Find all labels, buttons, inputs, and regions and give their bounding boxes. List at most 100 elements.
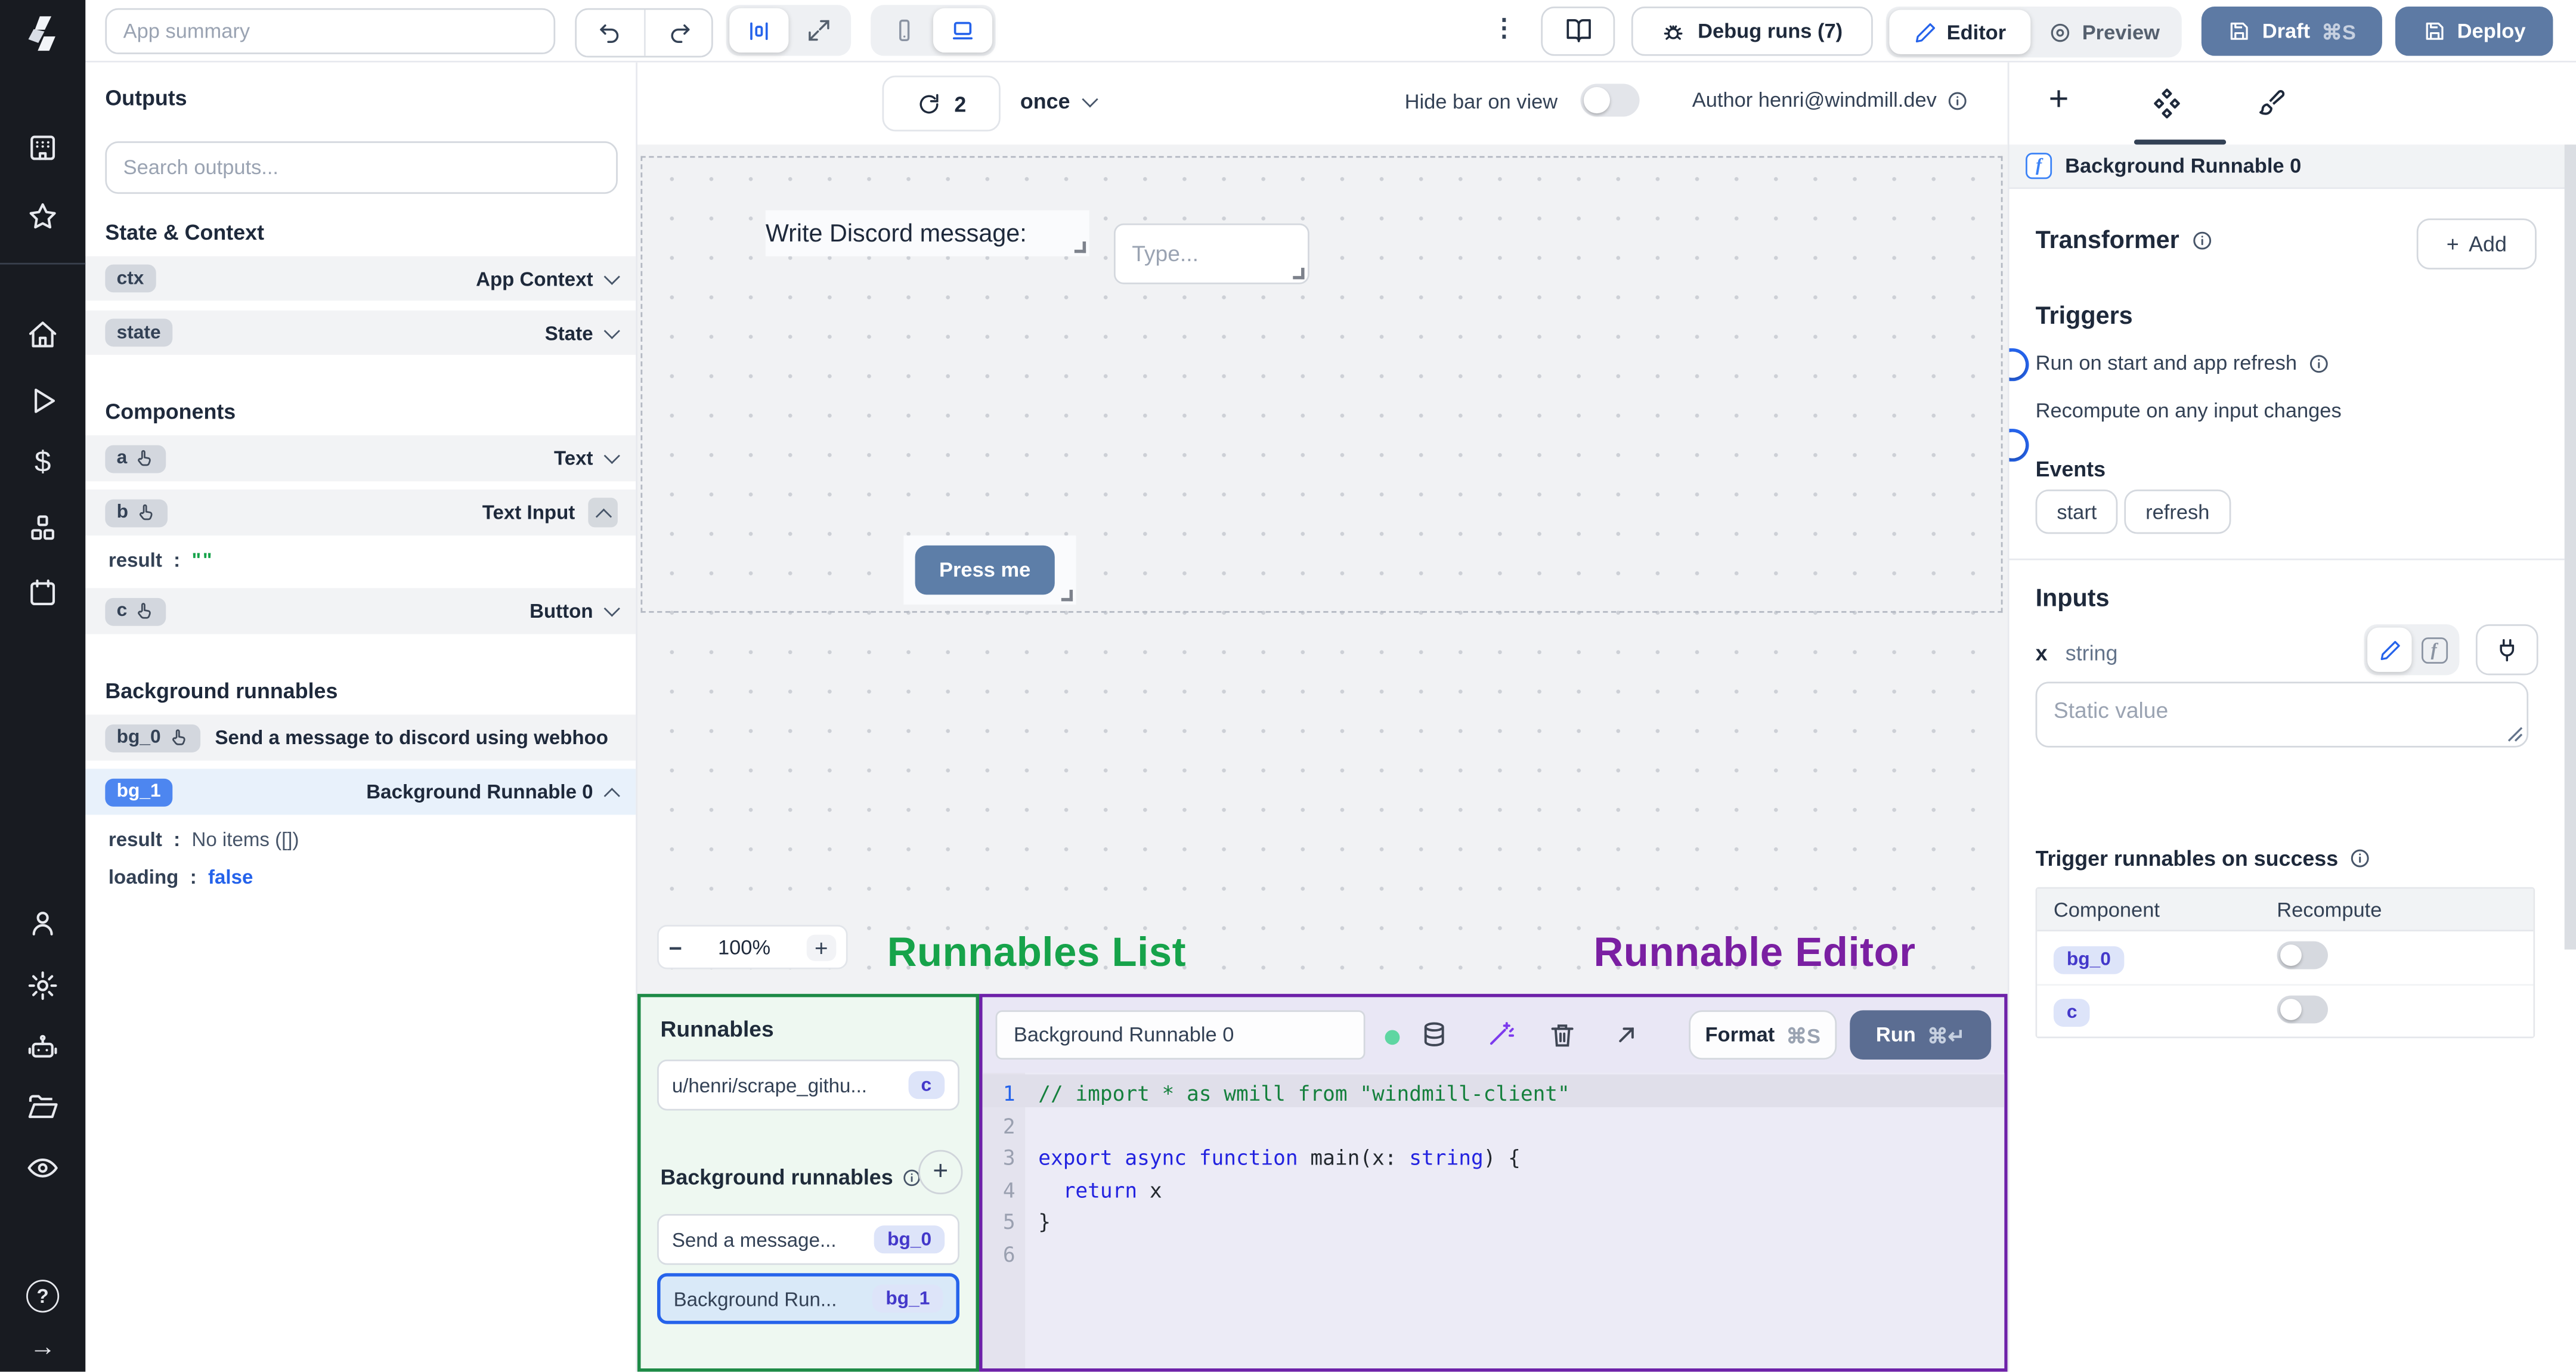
format-button[interactable]: Format ⌘S xyxy=(1689,1010,1837,1060)
runnable-item-bg1-selected[interactable]: Background Run... bg_1 xyxy=(657,1273,959,1324)
info-icon[interactable] xyxy=(1946,89,1968,111)
debug-runs-button[interactable]: Debug runs (7) xyxy=(1631,7,1873,56)
c-badge[interactable]: c xyxy=(2053,999,2091,1027)
panel-scrollbar[interactable] xyxy=(2564,144,2576,950)
zoom-out-button[interactable]: − xyxy=(668,934,682,960)
tab-editor[interactable]: Editor xyxy=(1889,10,2031,54)
static-mode-tab[interactable] xyxy=(2367,627,2412,672)
event-refresh-pill[interactable]: refresh xyxy=(2124,490,2231,534)
hide-bar-toggle[interactable] xyxy=(1580,83,1640,117)
static-value-textarea[interactable] xyxy=(2035,682,2529,748)
info-icon[interactable] xyxy=(2191,230,2212,252)
audit-eye-icon[interactable] xyxy=(26,1151,59,1184)
zoom-in-button[interactable]: + xyxy=(806,934,837,961)
output-row-bg0[interactable]: bg_0 Send a message to discord using web… xyxy=(85,714,636,761)
output-row-state[interactable]: state State xyxy=(85,310,636,355)
textarea-resize-icon[interactable] xyxy=(2507,726,2524,743)
bg0-badge[interactable]: bg_0 xyxy=(2053,945,2124,974)
deploy-button[interactable]: Deploy xyxy=(2395,7,2553,56)
home-icon[interactable] xyxy=(26,318,59,351)
insert-component-tab[interactable]: + xyxy=(2049,80,2069,120)
chevron-down-icon[interactable] xyxy=(603,322,620,339)
collapse-arrow-icon[interactable]: → xyxy=(0,1334,85,1364)
docs-button[interactable] xyxy=(1541,7,1615,56)
b-badge[interactable]: b xyxy=(105,498,168,527)
bg1-badge[interactable]: bg_1 xyxy=(105,778,172,806)
runnable-item-c[interactable]: u/henri/scrape_githu... c xyxy=(657,1060,959,1111)
event-start-pill[interactable]: start xyxy=(2035,490,2119,534)
user-icon[interactable] xyxy=(26,907,59,940)
canvas-grid[interactable]: Write Discord message: Press me − 100% +… xyxy=(637,144,2008,994)
runnable-item-bg0[interactable]: Send a message... bg_0 xyxy=(657,1214,959,1265)
c-badge[interactable]: c xyxy=(105,597,167,625)
bg0-badge[interactable]: bg_0 xyxy=(105,723,200,752)
undo-button[interactable] xyxy=(577,10,644,56)
state-badge[interactable]: state xyxy=(105,318,172,347)
resize-handle[interactable] xyxy=(1293,268,1305,280)
output-row-a[interactable]: a Text xyxy=(85,435,636,482)
frequency-dropdown[interactable]: once xyxy=(1020,89,1099,113)
fullwidth-tab[interactable] xyxy=(788,8,847,52)
run-on-start-toggle[interactable] xyxy=(2009,348,2029,382)
runs-play-icon[interactable] xyxy=(26,385,59,417)
kebab-menu-icon[interactable]: ⋮ xyxy=(1492,13,1516,43)
runnable-name-input[interactable] xyxy=(995,1010,1366,1060)
delete-trash-icon[interactable] xyxy=(1547,1020,1577,1050)
windmill-logo[interactable] xyxy=(20,11,66,57)
output-row-b[interactable]: b Text Input xyxy=(85,490,636,536)
text-component[interactable]: Write Discord message: xyxy=(765,210,1089,256)
toggle-knob xyxy=(1583,87,1610,114)
expand-editor-icon[interactable] xyxy=(1612,1020,1642,1050)
recompute-toggle[interactable] xyxy=(2009,429,2029,462)
variables-dollar-icon[interactable]: $ xyxy=(0,445,85,480)
resources-cubes-icon[interactable] xyxy=(26,513,59,546)
component-settings-tab[interactable] xyxy=(2150,87,2183,120)
add-background-runnable-button[interactable]: + xyxy=(918,1150,963,1194)
info-icon[interactable] xyxy=(2349,848,2371,869)
draft-button[interactable]: Draft ⌘S xyxy=(2201,7,2382,56)
search-outputs-input[interactable] xyxy=(105,141,618,194)
a-badge[interactable]: a xyxy=(105,444,167,473)
center-align-tab[interactable] xyxy=(729,8,789,53)
chevron-down-icon[interactable] xyxy=(603,447,620,464)
run-shortcut: ⌘↵ xyxy=(1927,1024,1965,1048)
textinput-component[interactable] xyxy=(1113,223,1309,284)
resize-handle[interactable] xyxy=(1074,241,1086,253)
settings-gear-icon[interactable] xyxy=(26,970,59,1002)
styling-tab[interactable] xyxy=(2256,87,2287,118)
workspace-icon[interactable] xyxy=(26,131,59,164)
button-component[interactable]: Press me xyxy=(915,545,1055,595)
connect-plug-button[interactable] xyxy=(2475,624,2538,676)
add-transformer-button[interactable]: + Add xyxy=(2416,218,2537,270)
resize-handle[interactable] xyxy=(1061,590,1073,602)
favorites-star-icon[interactable] xyxy=(26,200,59,233)
app-summary-input[interactable] xyxy=(105,8,556,54)
mobile-view-tab[interactable] xyxy=(874,8,933,52)
workers-robot-icon[interactable] xyxy=(26,1032,59,1064)
runnable-editor-annotation: Runnable Editor xyxy=(1593,930,1916,976)
code-editor[interactable]: 1 2 3 4 5 6 // import * as wmill from "w… xyxy=(982,1073,2005,1369)
output-row-ctx[interactable]: ctx App Context xyxy=(85,256,636,301)
output-row-bg1[interactable]: bg_1 Background Runnable 0 xyxy=(85,769,636,815)
chevron-down-icon[interactable] xyxy=(603,268,620,284)
ctx-badge[interactable]: ctx xyxy=(105,264,156,293)
folders-icon[interactable] xyxy=(26,1091,59,1123)
trigger-success-title: Trigger runnables on success xyxy=(2035,846,2339,871)
desktop-view-tab[interactable] xyxy=(933,8,993,53)
ai-wand-icon[interactable] xyxy=(1485,1020,1515,1050)
help-icon[interactable]: ? xyxy=(26,1280,60,1313)
chevron-down-icon[interactable] xyxy=(603,600,620,617)
info-icon[interactable] xyxy=(2308,352,2330,374)
recompute-toggle[interactable] xyxy=(2277,995,2328,1023)
chevron-up-icon[interactable] xyxy=(603,786,620,804)
cache-db-icon[interactable] xyxy=(1419,1020,1449,1050)
refresh-count-button[interactable]: 2 xyxy=(882,75,1001,132)
output-row-c[interactable]: c Button xyxy=(85,588,636,634)
schedules-calendar-icon[interactable] xyxy=(26,577,59,609)
eval-mode-tab[interactable]: f xyxy=(2411,627,2456,671)
run-button[interactable]: Run ⌘↵ xyxy=(1850,1010,1992,1060)
redo-button[interactable] xyxy=(643,10,711,56)
collapse-button[interactable] xyxy=(588,497,618,528)
recompute-toggle[interactable] xyxy=(2277,941,2328,970)
tab-preview[interactable]: Preview xyxy=(2030,10,2178,54)
